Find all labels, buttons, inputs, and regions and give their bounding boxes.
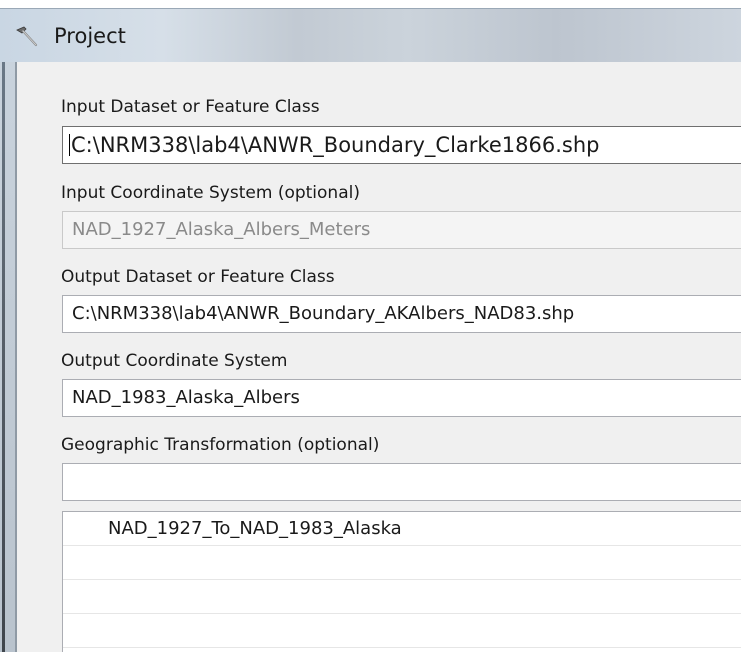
output-dataset-field[interactable]: C:\NRM338\lab4\ANWR_Boundary_AKAlbers_NA… xyxy=(62,295,741,333)
frame-edge xyxy=(2,62,5,652)
output-coordinate-system-field[interactable]: NAD_1983_Alaska_Albers xyxy=(62,379,741,417)
input-dataset-field[interactable]: C:\NRM338\lab4\ANWR_Boundary_Clarke1866.… xyxy=(62,126,741,164)
window-frame-left xyxy=(0,62,17,652)
input-coordinate-system-field: NAD_1927_Alaska_Albers_Meters xyxy=(62,211,741,249)
title-bar[interactable]: Project xyxy=(0,8,741,62)
geographic-transformation-label: Geographic Transformation (optional) xyxy=(61,435,380,455)
project-tool-dialog: Project Input Dataset or Feature Class C… xyxy=(0,0,741,652)
caption-strip xyxy=(0,0,741,8)
transformation-list-item[interactable] xyxy=(63,580,741,614)
hammer-icon xyxy=(16,26,38,47)
input-coordinate-system-value: NAD_1927_Alaska_Albers_Meters xyxy=(72,219,371,240)
window-title: Project xyxy=(54,24,126,48)
output-coordinate-system-value: NAD_1983_Alaska_Albers xyxy=(72,387,300,408)
text-caret xyxy=(69,133,70,156)
input-dataset-value: C:\NRM338\lab4\ANWR_Boundary_Clarke1866.… xyxy=(71,133,600,157)
input-coordinate-system-label: Input Coordinate System (optional) xyxy=(61,183,360,203)
output-dataset-value: C:\NRM338\lab4\ANWR_Boundary_AKAlbers_NA… xyxy=(72,303,575,324)
output-coordinate-system-label: Output Coordinate System xyxy=(61,351,288,371)
parameter-panel: Input Dataset or Feature Class C:\NRM338… xyxy=(17,62,741,652)
transformation-list[interactable]: NAD_1927_To_NAD_1983_Alaska xyxy=(62,511,741,652)
transformation-list-item-label: NAD_1927_To_NAD_1983_Alaska xyxy=(108,518,402,539)
transformation-list-item[interactable] xyxy=(63,614,741,648)
input-dataset-label: Input Dataset or Feature Class xyxy=(61,97,320,117)
transformation-list-item[interactable] xyxy=(63,546,741,580)
transformation-list-item[interactable]: NAD_1927_To_NAD_1983_Alaska xyxy=(63,512,741,546)
output-dataset-label: Output Dataset or Feature Class xyxy=(61,267,335,287)
geographic-transformation-field[interactable] xyxy=(62,463,741,501)
